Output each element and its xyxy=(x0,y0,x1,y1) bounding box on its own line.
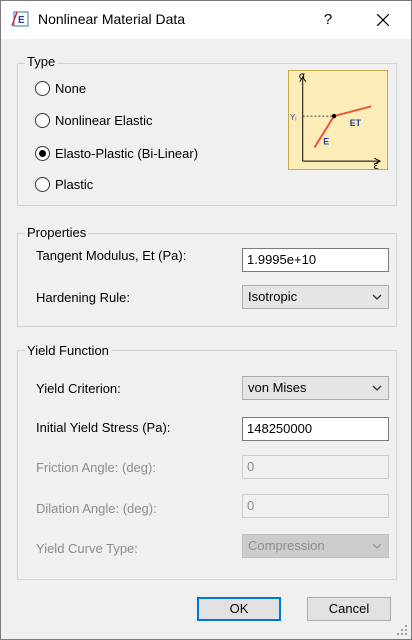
chevron-down-icon xyxy=(372,385,382,391)
radio-nonlinear-elastic-indicator xyxy=(35,113,50,128)
yield-criterion-value: von Mises xyxy=(248,380,307,395)
initial-yield-stress-input[interactable]: 148250000 xyxy=(242,417,389,441)
dilation-angle-input: 0 xyxy=(242,494,389,518)
radio-plastic-label: Plastic xyxy=(55,177,94,192)
radio-plastic-indicator xyxy=(35,177,50,192)
graph-slope-et-label: ET xyxy=(350,118,362,128)
app-icon: E xyxy=(11,11,29,27)
graph-x-axis-label: ε xyxy=(373,159,379,170)
yield-curve-type-label: Yield Curve Type: xyxy=(36,541,138,556)
radio-elasto-plastic-indicator xyxy=(35,146,50,161)
hardening-rule-value: Isotropic xyxy=(248,289,298,304)
cancel-button[interactable]: Cancel xyxy=(307,597,391,621)
dialog-window: E Nonlinear Material Data ? Type None No… xyxy=(0,0,412,640)
yield-curve-type-select: Compression xyxy=(242,534,389,558)
radio-elasto-plastic[interactable]: Elasto-Plastic (Bi-Linear) xyxy=(35,146,198,161)
close-button[interactable] xyxy=(363,5,403,35)
chevron-down-icon xyxy=(372,543,382,549)
tangent-modulus-label: Tangent Modulus, Et (Pa): xyxy=(36,248,187,263)
resize-grip-icon[interactable] xyxy=(396,624,408,636)
window-title: Nonlinear Material Data xyxy=(38,11,186,27)
radio-nonlinear-elastic[interactable]: Nonlinear Elastic xyxy=(35,113,153,128)
dilation-angle-label: Dilation Angle: (deg): xyxy=(36,501,157,516)
yield-criterion-select[interactable]: von Mises xyxy=(242,376,389,400)
radio-none[interactable]: None xyxy=(35,81,86,96)
yield-criterion-label: Yield Criterion: xyxy=(36,381,121,396)
radio-nonlinear-elastic-label: Nonlinear Elastic xyxy=(55,113,153,128)
svg-text:E: E xyxy=(18,15,25,26)
graph-slope-e-label: E xyxy=(323,137,329,147)
chevron-down-icon xyxy=(372,294,382,300)
title-bar: E Nonlinear Material Data ? xyxy=(1,1,411,39)
hardening-rule-label: Hardening Rule: xyxy=(36,290,130,305)
friction-angle-input: 0 xyxy=(242,455,389,479)
graph-y-axis-label: σ xyxy=(299,71,305,82)
yield-curve-type-value: Compression xyxy=(248,538,325,553)
properties-group-label: Properties xyxy=(25,225,89,240)
ok-button[interactable]: OK xyxy=(197,597,281,621)
hardening-rule-select[interactable]: Isotropic xyxy=(242,285,389,309)
help-button[interactable]: ? xyxy=(311,7,345,33)
radio-none-indicator xyxy=(35,81,50,96)
initial-yield-stress-label: Initial Yield Stress (Pa): xyxy=(36,420,171,435)
tangent-modulus-input[interactable]: 1.9995e+10 xyxy=(242,248,389,272)
radio-plastic[interactable]: Plastic xyxy=(35,177,93,192)
close-icon xyxy=(377,14,389,26)
type-group-label: Type xyxy=(25,54,58,69)
friction-angle-label: Friction Angle: (deg): xyxy=(36,460,156,475)
graph-yield-label: Yᵢ xyxy=(290,113,296,122)
radio-none-label: None xyxy=(55,81,87,96)
stress-strain-diagram: σ ε Yᵢ E ET xyxy=(288,70,388,170)
radio-elasto-plastic-label: Elasto-Plastic (Bi-Linear) xyxy=(55,146,199,161)
yield-function-group-label: Yield Function xyxy=(25,343,111,358)
